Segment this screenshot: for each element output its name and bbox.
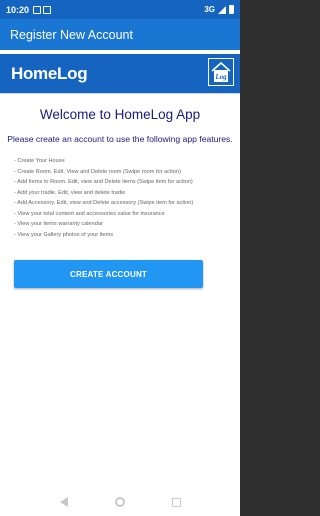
feature-item: - Add your tradie. Edit, view and delete… (14, 189, 126, 196)
logo-text: Log (214, 73, 227, 81)
system-nav-bar (0, 488, 240, 516)
brand-banner: HomeLog Log (0, 54, 240, 94)
intro-text: Please create an account to use the foll… (7, 134, 233, 144)
network-type: 3G (204, 5, 215, 14)
welcome-heading: Welcome to HomeLog App (39, 107, 201, 122)
app-bar-title: Register New Account (10, 27, 133, 42)
recent-square-icon[interactable] (171, 497, 181, 507)
feature-item: - Add Items to Room. Edit, view and Dele… (14, 179, 193, 185)
main-content: Welcome to HomeLog App Please create an … (0, 96, 240, 288)
battery-icon (229, 5, 234, 14)
notification-icon (43, 5, 52, 14)
status-time: 10:20 (6, 4, 30, 15)
home-circle-icon[interactable] (114, 497, 125, 507)
feature-item: - Create Your House (14, 158, 65, 164)
status-right-group: 3G (204, 5, 234, 14)
signal-icon (218, 5, 226, 14)
app-bar: Register New Account (0, 19, 240, 50)
notification-icon (33, 5, 42, 14)
feature-item: - Add Accessory. Edit, view and Delete a… (14, 200, 194, 206)
feature-item: - View your total content and accessorie… (14, 210, 165, 217)
house-logo-icon: Log (208, 58, 234, 86)
status-bar: 10:20 3G (0, 0, 240, 19)
create-account-button[interactable]: CREATE ACCOUNT (14, 260, 203, 288)
feature-item: - View your items warranty calendar (14, 221, 103, 227)
feature-item: - Create Room. Edit, View and Delete roo… (14, 168, 181, 175)
phone-screen: 10:20 3G Register New Account HomeLog Lo… (0, 0, 240, 516)
feature-list: - Create Your House - Create Room. Edit,… (0, 156, 240, 240)
brand-name: HomeLog (11, 63, 88, 83)
back-triangle-icon[interactable] (59, 497, 68, 507)
feature-item: - View your Gallery photos of your items (14, 231, 114, 238)
